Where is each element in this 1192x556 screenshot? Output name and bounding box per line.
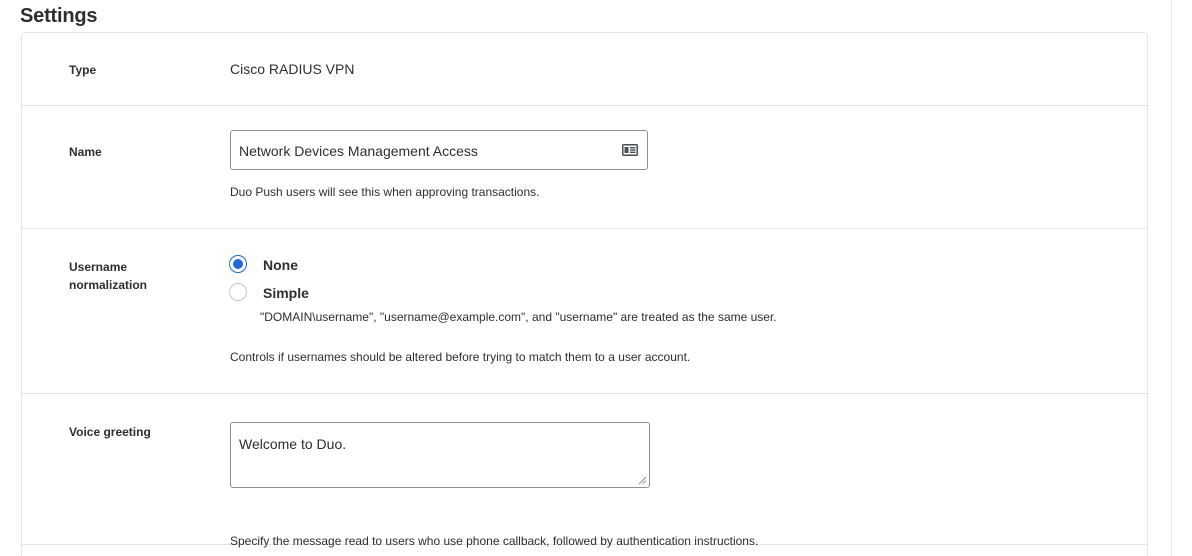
settings-card: Type Cisco RADIUS VPN Name Network Devic… bbox=[21, 32, 1148, 556]
radio-none-label[interactable]: None bbox=[263, 257, 298, 273]
voice-greeting-help-text: Specify the message read to users who us… bbox=[230, 534, 759, 548]
radio-simple-description: "DOMAIN\username", "username@example.com… bbox=[260, 310, 777, 324]
radio-none[interactable] bbox=[229, 255, 247, 273]
voice-greeting-value: Welcome to Duo. bbox=[239, 436, 347, 452]
settings-page: Settings Type Cisco RADIUS VPN Name Netw… bbox=[0, 0, 1192, 556]
resize-handle-icon[interactable] bbox=[638, 476, 647, 485]
page-title: Settings bbox=[20, 5, 98, 27]
name-label: Name bbox=[69, 145, 102, 159]
type-label: Type bbox=[69, 63, 97, 77]
voice-greeting-row: Voice greeting Welcome to Duo. Specify t… bbox=[22, 394, 1147, 548]
type-row: Type Cisco RADIUS VPN bbox=[22, 33, 1147, 106]
name-input[interactable]: Network Devices Management Access bbox=[230, 130, 648, 170]
type-value: Cisco RADIUS VPN bbox=[230, 61, 355, 77]
name-input-value: Network Devices Management Access bbox=[239, 143, 478, 159]
name-help-text: Duo Push users will see this when approv… bbox=[230, 185, 540, 199]
contact-card-icon[interactable] bbox=[622, 144, 638, 156]
username-normalization-help-text: Controls if usernames should be altered … bbox=[230, 350, 691, 364]
username-normalization-row: Username normalization None Simple "DOMA… bbox=[22, 229, 1147, 394]
radio-simple-label[interactable]: Simple bbox=[263, 285, 309, 301]
name-row: Name Network Devices Management Access D… bbox=[22, 106, 1147, 229]
username-normalization-label: Username normalization bbox=[69, 260, 148, 292]
voice-greeting-label: Voice greeting bbox=[69, 425, 151, 439]
voice-greeting-textarea[interactable]: Welcome to Duo. bbox=[230, 422, 650, 488]
radio-simple[interactable] bbox=[229, 283, 247, 301]
panel-divider bbox=[1171, 0, 1172, 556]
